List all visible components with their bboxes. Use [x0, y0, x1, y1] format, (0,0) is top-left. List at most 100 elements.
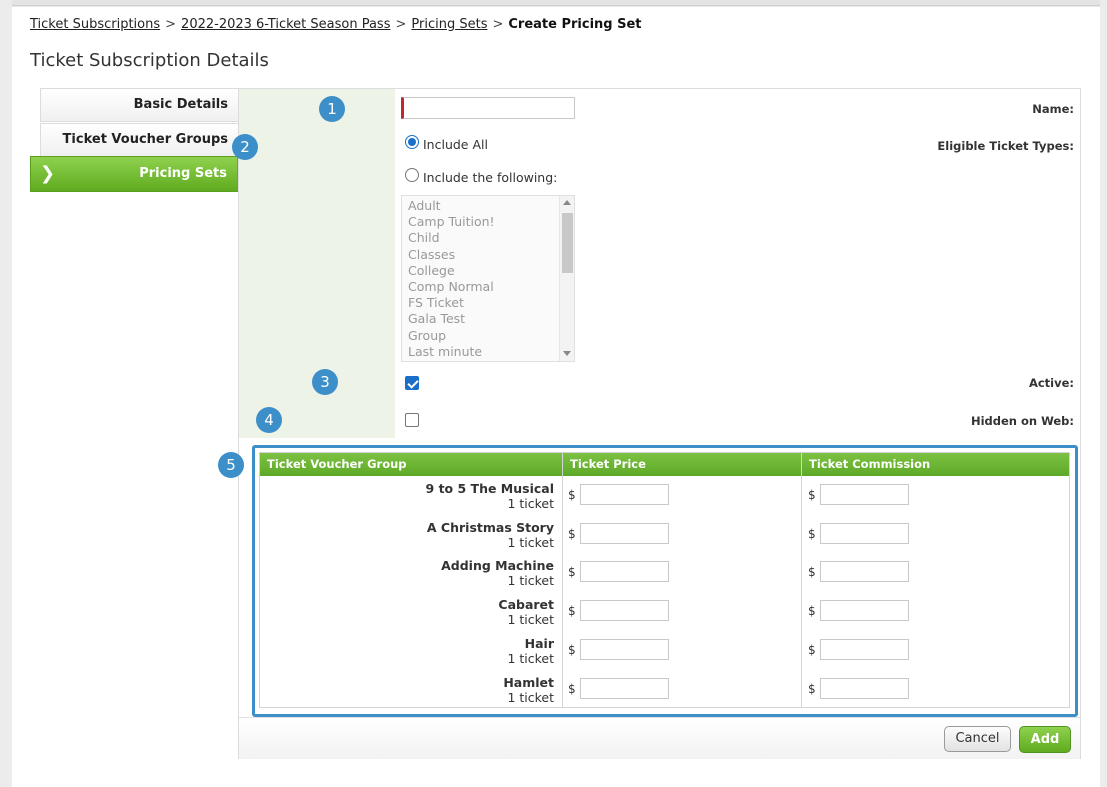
ticket-type-option[interactable]: College — [408, 263, 574, 279]
voucher-group-ticket-count: 1 ticket — [507, 612, 554, 628]
ticket-commission-input[interactable] — [820, 600, 909, 622]
breadcrumb: Ticket Subscriptions >2022-2023 6-Ticket … — [30, 17, 642, 32]
page-right-gutter — [1100, 0, 1107, 787]
header-ticket-price: Ticket Price — [570, 457, 646, 471]
tab-label: Basic Details — [133, 97, 228, 112]
scroll-up-icon[interactable] — [563, 200, 571, 205]
currency-symbol: $ — [568, 604, 576, 619]
ticket-price-input[interactable] — [580, 600, 669, 622]
currency-symbol: $ — [808, 681, 816, 696]
ticket-price-input[interactable] — [580, 677, 669, 699]
ticket-commission-input[interactable] — [820, 484, 909, 505]
currency-symbol: $ — [808, 526, 816, 541]
currency-symbol: $ — [568, 488, 576, 502]
breadcrumb-separator: > — [395, 17, 407, 32]
ticket-types-listbox[interactable]: Adult Camp Tuition! Child Classes College Com… — [401, 195, 575, 362]
voucher-group-name: Adding Machine — [441, 558, 554, 574]
active-label: Active: — [1028, 376, 1074, 390]
table-row: Adding Machine 1 ticket $ $ — [260, 553, 1069, 592]
scroll-down-icon[interactable] — [563, 351, 571, 356]
header-ticket-voucher-group: Ticket Voucher Group — [267, 457, 407, 471]
tab-label: Pricing Sets — [139, 166, 227, 181]
ticket-commission-input[interactable] — [820, 638, 909, 660]
currency-symbol: $ — [808, 488, 816, 502]
chevron-right-icon: ❯ — [40, 163, 56, 184]
ticket-type-option[interactable]: Classes — [408, 247, 574, 263]
step-badge-3: 3 — [312, 369, 338, 395]
ticket-type-option[interactable]: Comp Normal — [408, 279, 574, 295]
ticket-type-option[interactable]: FS Ticket — [408, 295, 574, 311]
include-following-radio[interactable] — [405, 168, 419, 182]
ticket-price-input[interactable] — [580, 638, 669, 660]
ticket-types-list: Adult Camp Tuition! Child Classes College Com… — [402, 196, 574, 360]
header-ticket-commission: Ticket Commission — [809, 457, 931, 471]
scroll-thumb[interactable] — [562, 213, 573, 273]
voucher-group-ticket-count: 1 ticket — [507, 650, 554, 666]
voucher-pricing-table: Ticket Voucher Group Ticket Price Ticket… — [259, 452, 1070, 708]
table-row: Hamlet 1 ticket $ $ — [260, 670, 1069, 709]
ticket-type-option[interactable]: Camp Tuition! — [408, 214, 574, 230]
voucher-table-highlight: Ticket Voucher Group Ticket Price Ticket… — [252, 445, 1078, 717]
form-footer: Cancel Add — [239, 717, 1080, 759]
include-all-radio[interactable] — [405, 135, 419, 149]
pricing-set-form: 1 Name: 2 Eligible Ticket Types: Include… — [218, 88, 1081, 759]
cancel-button[interactable]: Cancel — [944, 726, 1011, 752]
currency-symbol: $ — [568, 565, 576, 580]
currency-symbol: $ — [808, 604, 816, 619]
step-badge-4: 4 — [256, 407, 282, 433]
breadcrumb-link-pricing-sets[interactable]: Pricing Sets — [411, 17, 487, 32]
voucher-group-ticket-count: 1 ticket — [507, 689, 554, 705]
ticket-type-option[interactable]: Last minute — [408, 344, 574, 360]
tab-pricing-sets[interactable]: ❯ Pricing Sets — [30, 156, 249, 192]
currency-symbol: $ — [568, 642, 576, 657]
ticket-price-input[interactable] — [580, 522, 669, 544]
name-label: Name: — [1032, 102, 1074, 116]
voucher-group-name: Hamlet — [503, 674, 554, 690]
eligible-ticket-types-label: Eligible Ticket Types: — [937, 139, 1074, 153]
table-header: Ticket Voucher Group Ticket Price Ticket… — [260, 453, 1069, 476]
listbox-scrollbar[interactable] — [559, 196, 574, 361]
tab-label: Ticket Voucher Groups — [62, 132, 228, 147]
table-row: 9 to 5 The Musical 1 ticket $ $ — [260, 476, 1069, 515]
page-content: Ticket Subscriptions >2022-2023 6-Ticket … — [12, 7, 1100, 787]
ticket-commission-input[interactable] — [820, 677, 909, 699]
browser-top-strip — [0, 0, 1107, 6]
add-button[interactable]: Add — [1019, 726, 1071, 753]
tab-ticket-voucher-groups[interactable]: Ticket Voucher Groups — [40, 123, 238, 157]
ticket-commission-input[interactable] — [820, 561, 909, 583]
page-left-gutter — [0, 0, 12, 787]
page-title: Ticket Subscription Details — [30, 50, 269, 71]
table-row: Cabaret 1 ticket $ $ — [260, 592, 1069, 631]
ticket-commission-input[interactable] — [820, 522, 909, 544]
currency-symbol: $ — [808, 642, 816, 657]
voucher-group-name: 9 to 5 The Musical — [425, 481, 554, 496]
voucher-group-name: Cabaret — [498, 597, 554, 613]
ticket-type-option[interactable]: Child — [408, 230, 574, 246]
breadcrumb-separator: > — [492, 17, 504, 32]
tab-basic-details[interactable]: Basic Details — [40, 88, 238, 122]
table-row: A Christmas Story 1 ticket $ $ — [260, 515, 1069, 554]
ticket-type-option[interactable]: Adult — [408, 198, 574, 214]
voucher-group-ticket-count: 1 ticket — [507, 496, 554, 511]
voucher-group-ticket-count: 1 ticket — [507, 573, 554, 589]
ticket-price-input[interactable] — [580, 484, 669, 505]
name-input[interactable] — [401, 97, 575, 119]
breadcrumb-current: Create Pricing Set — [508, 17, 642, 32]
step-badge-2: 2 — [232, 134, 258, 160]
include-following-label[interactable]: Include the following: — [423, 170, 557, 185]
include-all-label[interactable]: Include All — [423, 137, 488, 152]
voucher-group-name: Hair — [524, 635, 554, 651]
hidden-on-web-label: Hidden on Web: — [970, 414, 1074, 428]
breadcrumb-link-season-pass[interactable]: 2022-2023 6-Ticket Season Pass — [181, 17, 390, 32]
hidden-on-web-checkbox[interactable] — [405, 413, 419, 427]
breadcrumb-separator: > — [165, 17, 177, 32]
ticket-price-input[interactable] — [580, 561, 669, 583]
step-badge-1: 1 — [319, 96, 345, 122]
step-badge-5: 5 — [218, 452, 244, 478]
active-checkbox[interactable] — [405, 376, 419, 390]
ticket-type-option[interactable]: Group — [408, 328, 574, 344]
table-row: Hair 1 ticket $ $ — [260, 631, 1069, 670]
voucher-group-ticket-count: 1 ticket — [507, 534, 554, 550]
breadcrumb-link-ticket-subscriptions[interactable]: Ticket Subscriptions — [30, 17, 160, 32]
ticket-type-option[interactable]: Gala Test — [408, 311, 574, 327]
